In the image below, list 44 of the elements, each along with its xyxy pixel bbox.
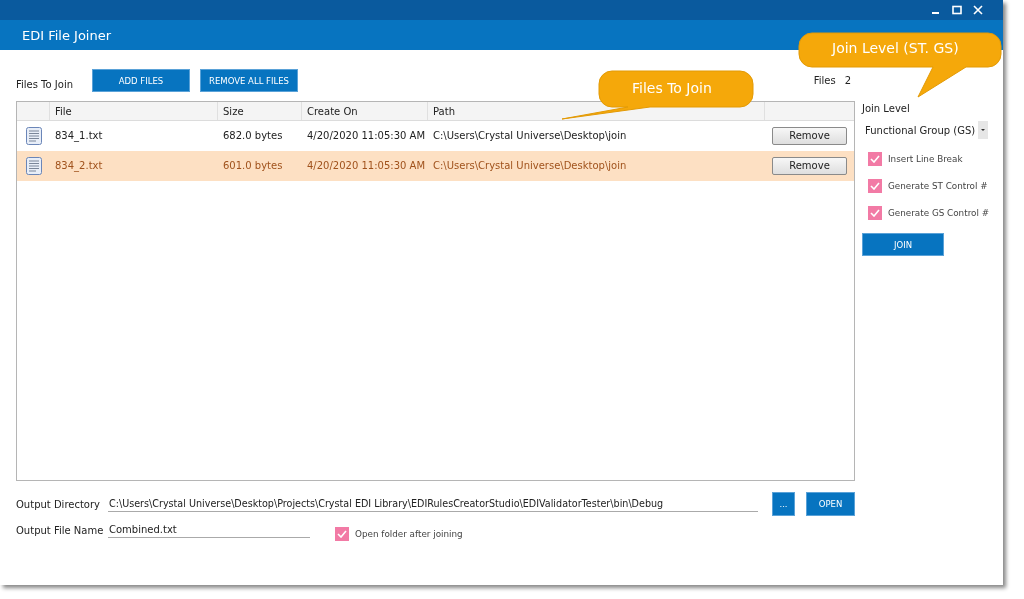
join-button[interactable]: JOIN — [862, 233, 944, 256]
column-header[interactable]: File — [50, 102, 218, 120]
checkbox-label[interactable]: Insert Line Break — [888, 154, 963, 164]
checkbox-label[interactable]: Generate GS Control # — [888, 208, 990, 218]
checkbox[interactable] — [335, 527, 349, 541]
section-label: Join Level — [862, 103, 910, 114]
remove-button[interactable]: Remove — [772, 156, 847, 175]
checkbox-label[interactable]: Open folder after joining — [355, 529, 463, 539]
remove-button[interactable]: Remove — [772, 126, 847, 145]
checkbox[interactable] — [868, 179, 882, 193]
column-header[interactable]: Create On — [302, 102, 428, 120]
directory-field[interactable]: C:\Users\Crystal Universe\Desktop\Projects\Crystal EDI Library\EDIRulesCreatorStudio\EDIValidatorTester\bin\Debug — [108, 496, 758, 512]
add-files-button[interactable]: ADD FILES — [92, 69, 190, 92]
table-cell-text: 4/20/2020 11:05:30 AM — [306, 129, 426, 143]
maximize-icon[interactable] — [952, 5, 962, 15]
table-row[interactable]: 834_1.txt 682.0 bytes 4/20/2020 11:05:30 AM C:\Users\Crystal Universe\Desktop\join Remove — [17, 121, 854, 151]
table-cell-text: 834_1.txt — [54, 129, 104, 144]
table-cell-text: 834_2.txt — [54, 159, 104, 174]
checkbox-label[interactable]: Generate ST Control # — [888, 181, 988, 191]
window-title: EDI File Joiner — [22, 27, 112, 43]
browse-button[interactable]: ... — [772, 492, 795, 516]
table-cell-text: 601.0 bytes — [222, 159, 284, 173]
files-count: 2 — [844, 75, 851, 86]
files-count-label: Files — [813, 75, 836, 86]
checkbox[interactable] — [868, 206, 882, 220]
join-level-dropdown[interactable]: Functional Group (GS) — [862, 121, 989, 139]
checkbox[interactable] — [868, 152, 882, 166]
document-icon — [25, 126, 42, 145]
field-label: Output Directory — [16, 498, 101, 510]
section-label: Files To Join — [16, 78, 73, 90]
table-cell-text: 4/20/2020 11:05:30 AM — [306, 159, 426, 173]
open-button[interactable]: OPEN — [806, 492, 855, 516]
remove-all-files-button[interactable]: REMOVE ALL FILES — [200, 69, 298, 92]
close-icon[interactable] — [973, 5, 983, 15]
file-name-field[interactable]: Combined.txt — [108, 522, 310, 538]
table-cell-text: C:\Users\Crystal Universe\Desktop\join — [432, 159, 628, 173]
table-cell-text: 682.0 bytes — [222, 129, 284, 143]
table-cell-text: C:\Users\Crystal Universe\Desktop\join — [432, 129, 628, 143]
callout-text: Files To Join — [632, 80, 712, 96]
column-header[interactable]: Size — [218, 102, 302, 120]
field-label: Output File Name — [16, 524, 105, 536]
callout-text: Join Level (ST. GS) — [832, 40, 959, 56]
table-row[interactable]: 834_2.txt 601.0 bytes 4/20/2020 11:05:30 AM C:\Users\Crystal Universe\Desktop\join Remove — [17, 151, 854, 181]
document-icon — [25, 156, 42, 175]
